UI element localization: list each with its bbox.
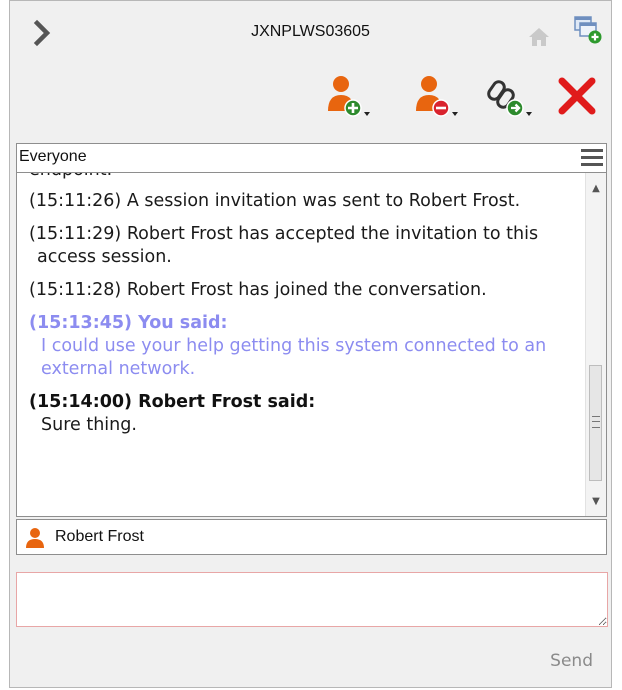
- scroll-thumb[interactable]: [589, 365, 602, 481]
- scroll-down-button[interactable]: ▼: [586, 492, 606, 512]
- new-window-button[interactable]: [572, 14, 604, 46]
- message-header: (15:13:45) You said:: [29, 313, 228, 333]
- participant-item[interactable]: [25, 527, 45, 549]
- chat-window: JXNPLWS03605 Everyone (15:11:26) A sessi…: [9, 0, 612, 688]
- message-header: (15:14:00) Robert Frost said:: [29, 392, 316, 412]
- share-link-button[interactable]: [485, 71, 537, 127]
- close-button[interactable]: [555, 71, 607, 127]
- add-participant-button[interactable]: [323, 71, 375, 127]
- send-button[interactable]: Send: [550, 651, 593, 671]
- system-message: (15:11:26) A session invitation was sent…: [29, 191, 521, 211]
- chat-scrollbar[interactable]: ▲ ▼: [585, 173, 606, 516]
- hamburger-icon: [581, 149, 603, 166]
- participant-message: (15:14:00) Robert Frost said: Sure thing…: [25, 391, 587, 437]
- home-button[interactable]: [527, 26, 551, 48]
- close-icon: [558, 77, 596, 115]
- grip-icon: [592, 416, 600, 428]
- new-window-icon: [574, 16, 602, 44]
- message-body: I could use your help getting this syste…: [41, 336, 547, 379]
- remove-participant-button[interactable]: [411, 71, 463, 127]
- channel-label: Everyone: [19, 148, 87, 165]
- user-plus-icon: [328, 76, 370, 117]
- message-body: Sure thing.: [41, 415, 137, 435]
- header: JXNPLWS03605: [10, 1, 611, 63]
- link-add-icon: [487, 80, 532, 117]
- chat-messages: endpoint. (15:11:26) A session invitatio…: [17, 173, 587, 447]
- system-message: (15:11:28) Robert Frost has joined the c…: [29, 280, 487, 300]
- scroll-up-button[interactable]: ▲: [586, 179, 606, 199]
- user-icon: [26, 528, 44, 548]
- my-message: (15:13:45) You said: I could use your he…: [25, 312, 587, 381]
- channel-menu-button[interactable]: [580, 146, 604, 170]
- toolbar: [10, 71, 611, 127]
- message-input[interactable]: [16, 572, 608, 627]
- participant-list: Robert Frost: [16, 519, 607, 555]
- machine-name: JXNPLWS03605: [251, 23, 370, 40]
- home-icon: [529, 28, 549, 46]
- clipped-message: endpoint.: [25, 173, 587, 182]
- channel-selector[interactable]: Everyone: [16, 143, 607, 173]
- chat-log: endpoint. (15:11:26) A session invitatio…: [16, 173, 607, 517]
- user-minus-icon: [416, 76, 458, 117]
- participant-name[interactable]: Robert Frost: [55, 528, 144, 546]
- system-message: (15:11:29) Robert Frost has accepted the…: [29, 224, 539, 267]
